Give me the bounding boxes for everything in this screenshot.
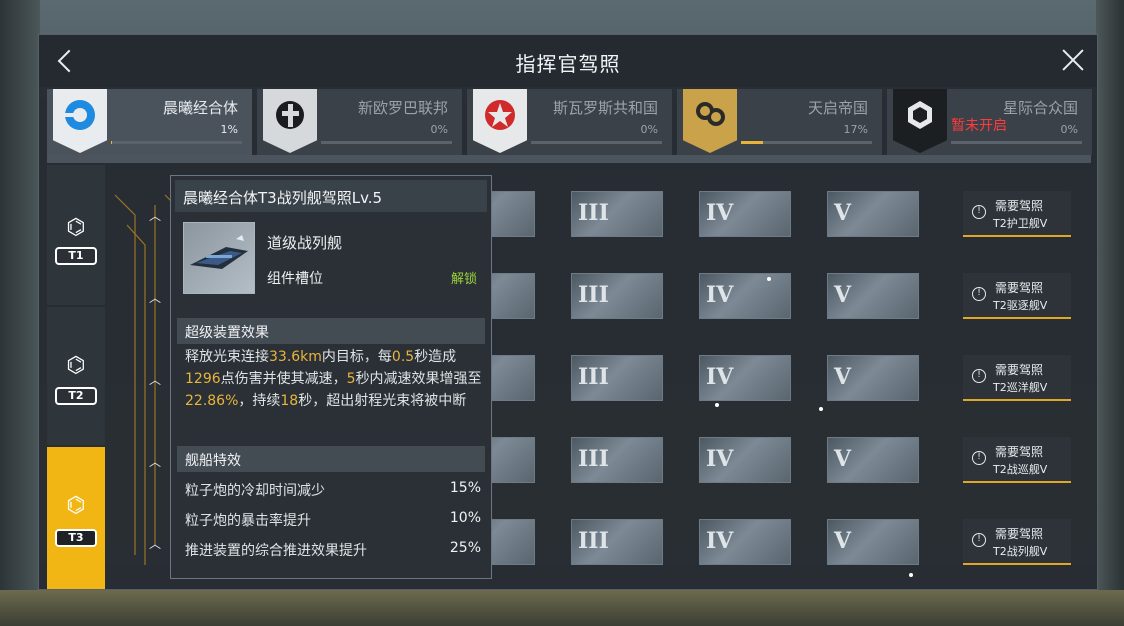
emblem-icon: [473, 89, 527, 153]
chevron-up-icon: ︿: [149, 537, 162, 551]
tier-label: T3: [55, 529, 97, 547]
faction-progress-bar: [531, 141, 662, 144]
sparkle: [767, 277, 771, 281]
faction-progress-bar: [741, 141, 872, 144]
requirement-button[interactable]: ! 需要驾照 T2驱逐舰V: [963, 273, 1071, 319]
tier-tab-t1[interactable]: ⌬ T1: [47, 165, 105, 305]
chevron-up-icon: ︿: [149, 373, 162, 387]
tier-label: T1: [55, 247, 97, 265]
license-cell[interactable]: V: [827, 519, 919, 565]
title-bar: 指挥官驾照: [39, 35, 1097, 87]
faction-name: 新欧罗巴联邦: [357, 99, 448, 117]
license-cell[interactable]: IV: [699, 437, 791, 483]
requirement-button[interactable]: ! 需要驾照 T2战列舰V: [963, 519, 1071, 565]
chevron-up-icon: ︿: [149, 291, 162, 305]
tier-label: T2: [55, 387, 97, 405]
info-icon: !: [972, 451, 986, 465]
molecule-icon: ⌬: [66, 493, 86, 518]
faction-status: 暂未开启: [951, 118, 1007, 134]
faction-percent: 17%: [843, 123, 868, 136]
tab-faction-1[interactable]: 新欧罗巴联邦 0%: [257, 89, 462, 155]
info-icon: !: [972, 287, 986, 301]
faction-name: 天启帝国: [807, 99, 868, 117]
chevron-up-icon: ︿: [149, 209, 162, 223]
sparkle: [819, 407, 823, 411]
emblem-icon: [53, 89, 107, 153]
ship-icon: [190, 235, 248, 269]
license-cell[interactable]: III: [571, 191, 663, 237]
requirement-button[interactable]: ! 需要驾照 T2巡洋舰V: [963, 355, 1071, 401]
license-cell[interactable]: V: [827, 355, 919, 401]
close-button[interactable]: [1057, 45, 1087, 75]
emblem-icon: [893, 89, 947, 153]
license-cell[interactable]: V: [827, 273, 919, 319]
background-left: [0, 0, 40, 626]
ship-name: 道级战列舰: [267, 234, 343, 252]
ship-thumbnail: [183, 222, 255, 294]
faction-progress-bar: [321, 141, 452, 144]
tab-faction-0[interactable]: 晨曦经合体 1%: [47, 89, 252, 155]
tab-faction-3[interactable]: 天启帝国 17%: [677, 89, 882, 155]
license-cell[interactable]: IV: [699, 273, 791, 319]
chevron-up-icon: ︿: [149, 455, 162, 469]
faction-progress-bar: [111, 141, 242, 144]
requirement-button[interactable]: ! 需要驾照 T2护卫舰V: [963, 191, 1071, 237]
sparkle: [715, 403, 719, 407]
license-cell[interactable]: III: [571, 273, 663, 319]
page-title: 指挥官驾照: [515, 52, 621, 76]
emblem-icon: [263, 89, 317, 153]
license-detail-popup: 晨曦经合体T3战列舰驾照Lv.5 道级战列舰 组件槽位 解锁 超级装置效果 释放…: [170, 175, 492, 579]
license-cell[interactable]: IV: [699, 355, 791, 401]
molecule-icon: ⌬: [66, 215, 86, 240]
license-cell[interactable]: III: [571, 519, 663, 565]
info-icon: !: [972, 533, 986, 547]
info-icon: !: [972, 205, 986, 219]
background-right: [1096, 0, 1124, 626]
license-cell[interactable]: V: [827, 191, 919, 237]
license-cell[interactable]: III: [571, 437, 663, 483]
license-cell[interactable]: IV: [699, 191, 791, 237]
license-cell[interactable]: III: [571, 355, 663, 401]
license-cell[interactable]: V: [827, 437, 919, 483]
license-cell[interactable]: IV: [699, 519, 791, 565]
tab-faction-4[interactable]: 暂未开启 星际合众国 0%: [887, 89, 1092, 155]
ship-effect-row: 推进装置的综合推进效果提升 25%: [185, 540, 481, 559]
slot-label: 组件槽位: [267, 271, 323, 287]
faction-name: 星际合众国: [1002, 99, 1078, 117]
faction-name: 斯瓦罗斯共和国: [552, 99, 658, 117]
faction-percent: 0%: [1060, 123, 1078, 136]
popup-title-bar: 晨曦经合体T3战列舰驾照Lv.5: [175, 180, 487, 212]
super-effect-description: 释放光束连接33.6km内目标，每0.5秒造成1296点伤害并使其减速，5秒内减…: [185, 349, 482, 409]
requirement-button[interactable]: ! 需要驾照 T2战巡舰V: [963, 437, 1071, 483]
faction-percent: 1%: [220, 123, 238, 136]
background-bottom: [0, 590, 1124, 626]
emblem-icon: [683, 89, 737, 153]
ship-effect-row: 粒子炮的暴击率提升 10%: [185, 510, 481, 529]
sparkle: [909, 573, 913, 577]
faction-progress-bar: [951, 141, 1082, 144]
faction-percent: 0%: [430, 123, 448, 136]
molecule-icon: ⌬: [66, 353, 86, 378]
tier-tab-t2[interactable]: ⌬ T2: [47, 307, 105, 445]
info-icon: !: [972, 369, 986, 383]
divider: [47, 155, 1091, 163]
section-header-ship: 舰船特效: [177, 446, 485, 472]
popup-title: 晨曦经合体T3战列舰驾照Lv.5: [183, 189, 383, 207]
section-header-super: 超级装置效果: [177, 318, 485, 344]
tab-faction-2[interactable]: 斯瓦罗斯共和国 0%: [467, 89, 672, 155]
faction-tabs: 晨曦经合体 1% 新欧罗巴联邦 0% 斯瓦罗斯共和国 0% 天启帝国 17% 暂…: [47, 89, 1092, 155]
ship-effect-row: 粒子炮的冷却时间减少 15%: [185, 480, 481, 499]
faction-name: 晨曦经合体: [162, 99, 238, 117]
tier-tab-t3[interactable]: ⌬ T3: [47, 447, 105, 589]
unlock-status: 解锁: [450, 272, 477, 287]
faction-percent: 0%: [640, 123, 658, 136]
